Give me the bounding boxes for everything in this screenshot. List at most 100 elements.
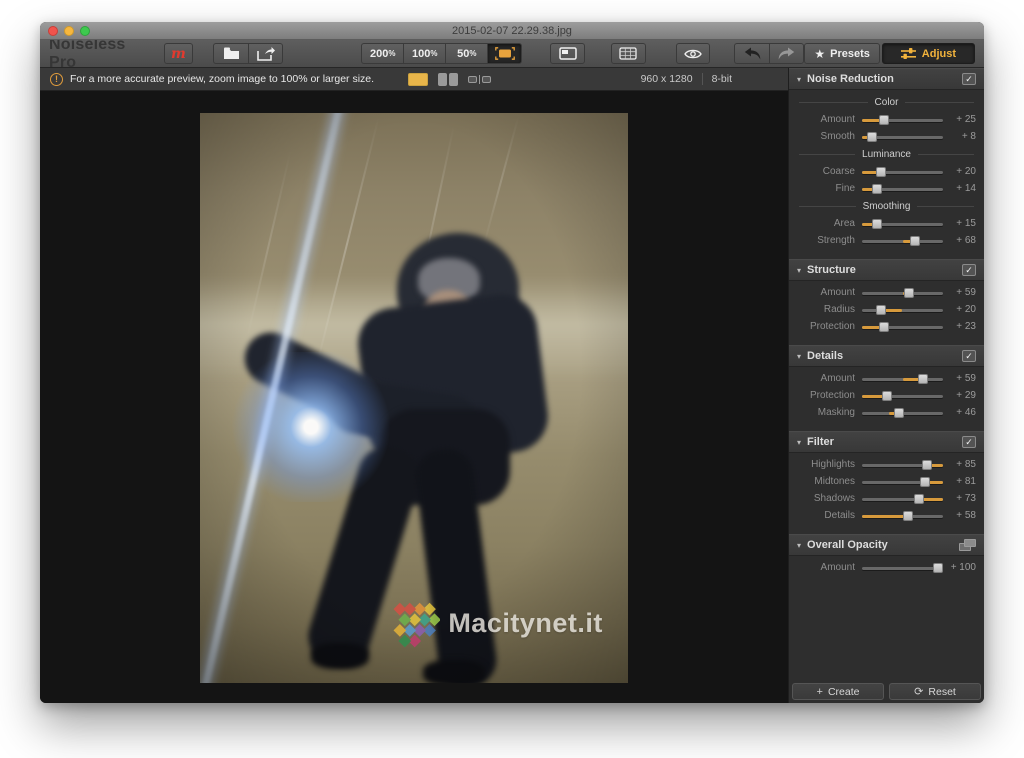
export-button[interactable]	[248, 43, 283, 64]
slider-handle[interactable]	[872, 184, 882, 194]
preview-button[interactable]	[676, 43, 711, 64]
compare-view-button[interactable]	[466, 72, 493, 87]
slider-handle[interactable]	[879, 322, 889, 332]
slider-handle[interactable]	[920, 477, 930, 487]
create-label: Create	[828, 686, 860, 698]
section-title: Overall Opacity	[807, 539, 888, 551]
file-actions-group	[213, 43, 283, 64]
slider-track[interactable]	[862, 184, 943, 194]
slider-handle[interactable]	[867, 132, 877, 142]
slider-row-radius: Radius + 20	[789, 301, 984, 318]
slider-label: Radius	[795, 304, 855, 315]
collapse-triangle-icon[interactable]: ▾	[797, 541, 801, 550]
slider-track[interactable]	[862, 563, 943, 573]
slider-track[interactable]	[862, 374, 943, 384]
slider-track[interactable]	[862, 219, 943, 229]
eye-icon	[684, 48, 702, 60]
layers-icon[interactable]	[959, 539, 976, 551]
slider-handle[interactable]	[882, 391, 892, 401]
collapse-triangle-icon[interactable]: ▾	[797, 75, 801, 84]
section-header[interactable]: ▾Noise Reduction✓	[789, 68, 984, 90]
slider-track[interactable]	[862, 322, 943, 332]
slider-track[interactable]	[862, 305, 943, 315]
slider-handle[interactable]	[876, 305, 886, 315]
slider-label: Amount	[795, 287, 855, 298]
slider-track[interactable]	[862, 408, 943, 418]
slider-handle[interactable]	[894, 408, 904, 418]
single-view-button[interactable]	[406, 72, 430, 87]
section-checkbox[interactable]: ✓	[962, 264, 976, 276]
section-checkbox[interactable]: ✓	[962, 436, 976, 448]
slider-track[interactable]	[862, 115, 943, 125]
slider-row-midtones: Midtones+ 81	[789, 473, 984, 490]
slider-handle[interactable]	[910, 236, 920, 246]
slider-handle[interactable]	[933, 563, 943, 573]
reset-button[interactable]: ⟳ Reset	[889, 683, 981, 700]
warning-icon: !	[50, 73, 63, 86]
zoom-50-label: 50	[457, 48, 469, 60]
slider-value: + 20	[943, 304, 976, 315]
watermark: Macitynet.it	[388, 596, 603, 652]
fit-to-screen-button[interactable]	[487, 43, 522, 64]
zoom-100-button[interactable]: 100%	[403, 43, 445, 64]
panel-footer: + Create ⟳ Reset	[789, 680, 984, 703]
slider-track[interactable]	[862, 288, 943, 298]
open-file-button[interactable]	[213, 43, 248, 64]
slider-track[interactable]	[862, 236, 943, 246]
title-bar[interactable]: 2015-02-07 22.29.38.jpg	[40, 22, 984, 40]
slider-handle[interactable]	[914, 494, 924, 504]
macphun-m-icon: m	[171, 46, 186, 62]
section-header[interactable]: ▾ Details ✓	[789, 345, 984, 367]
slider-track[interactable]	[862, 494, 943, 504]
zoom-200-button[interactable]: 200%	[361, 43, 403, 64]
image-info: 960 x 1280 8-bit	[641, 73, 732, 85]
slider-label: Shadows	[795, 493, 855, 504]
section-checkbox[interactable]: ✓	[962, 350, 976, 362]
section-header[interactable]: ▾Structure✓	[789, 259, 984, 281]
group-label: Smoothing	[799, 199, 974, 214]
split-view-button[interactable]	[436, 72, 460, 87]
redo-icon	[778, 47, 795, 60]
adjust-button[interactable]: Adjust	[882, 43, 975, 64]
photo[interactable]: Macitynet.it	[200, 113, 628, 683]
slider-handle[interactable]	[876, 167, 886, 177]
zoom-50-button[interactable]: 50%	[445, 43, 487, 64]
slider-label: Highlights	[795, 459, 855, 470]
app-name: Noiseless Pro	[49, 36, 157, 72]
section-details: ▾Details✓Amount+ 59Protection+ 29Masking…	[789, 345, 984, 427]
grid-button[interactable]	[611, 43, 646, 64]
section-title: Details	[807, 350, 843, 362]
slider-handle[interactable]	[903, 511, 913, 521]
slider-track[interactable]	[862, 167, 943, 177]
slider-label: Area	[795, 218, 855, 229]
slider-handle[interactable]	[872, 219, 882, 229]
section-header[interactable]: ▾Filter✓	[789, 431, 984, 453]
undo-button[interactable]	[734, 43, 769, 64]
slider-handle[interactable]	[904, 288, 914, 298]
window-title: 2015-02-07 22.29.38.jpg	[40, 25, 984, 37]
slider-label: Amount	[795, 114, 855, 125]
slider-track[interactable]	[862, 477, 943, 487]
collapse-triangle-icon[interactable]: ▾	[797, 266, 801, 275]
section-checkbox[interactable]: ✓	[962, 73, 976, 85]
grid-icon	[619, 47, 637, 60]
navigator-button[interactable]	[550, 43, 585, 64]
slider-track[interactable]	[862, 511, 943, 521]
macphun-logo-button[interactable]: m	[164, 43, 194, 64]
presets-button[interactable]: ★ Presets	[804, 43, 879, 64]
collapse-triangle-icon[interactable]: ▾	[797, 352, 801, 361]
redo-button[interactable]	[769, 43, 804, 64]
slider-handle[interactable]	[922, 460, 932, 470]
slider-track[interactable]	[862, 132, 943, 142]
slider-track[interactable]	[862, 391, 943, 401]
slider-handle[interactable]	[918, 374, 928, 384]
slider-track[interactable]	[862, 460, 943, 470]
slider-value: + 29	[943, 390, 976, 401]
slider-handle[interactable]	[879, 115, 889, 125]
create-button[interactable]: + Create	[792, 683, 884, 700]
image-canvas: Macitynet.it	[40, 91, 788, 703]
section-header[interactable]: ▾ Overall Opacity	[789, 534, 984, 556]
section-overall-opacity: ▾Overall OpacityAmount+ 100	[789, 534, 984, 582]
collapse-triangle-icon[interactable]: ▾	[797, 438, 801, 447]
zoom-200-label: 200	[370, 48, 388, 60]
